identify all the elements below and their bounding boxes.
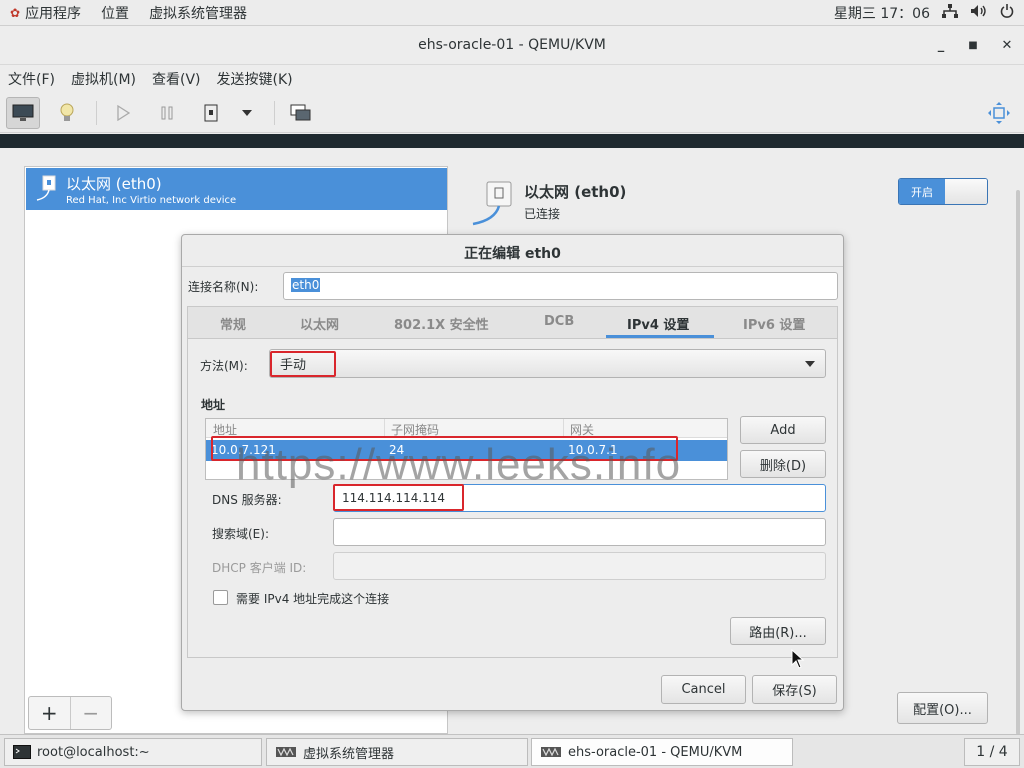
tab-ipv4[interactable]: IPv4 设置 xyxy=(627,314,689,333)
address-heading: 地址 xyxy=(201,398,226,412)
dhcp-client-id-field[interactable] xyxy=(333,552,826,580)
guest-desktop-strip xyxy=(0,134,1024,148)
toolbar-separator xyxy=(274,101,275,125)
workspace-switcher[interactable]: 1 / 4 xyxy=(964,738,1020,766)
nic-detail-status: 已连接 xyxy=(524,207,561,221)
conn-name-field[interactable]: eth0 xyxy=(283,272,838,300)
network-icon[interactable] xyxy=(942,3,958,22)
screens-icon xyxy=(290,104,311,121)
gnome-foot-icon: ✿ xyxy=(10,5,21,20)
snapshots-button[interactable] xyxy=(284,97,318,129)
method-label: 方法(M): xyxy=(200,359,248,373)
volume-icon[interactable] xyxy=(970,4,988,22)
power-icon[interactable] xyxy=(1000,3,1014,22)
dialog-title-divider xyxy=(182,266,843,267)
places-menu[interactable]: 位置 xyxy=(91,0,139,26)
minimize-button[interactable]: _ xyxy=(930,35,952,57)
require-ipv4-label: 需要 IPv4 地址完成这个连接 xyxy=(236,592,390,606)
fullscreen-button[interactable] xyxy=(982,97,1016,129)
shutdown-icon xyxy=(204,104,218,122)
tab-bar: 常规 以太网 802.1X 安全性 DCB IPv4 设置 IPv6 设置 xyxy=(187,306,838,338)
dns-label: DNS 服务器: xyxy=(212,493,282,507)
dropdown-arrow-icon xyxy=(242,110,252,116)
shutdown-button[interactable] xyxy=(194,97,228,129)
clock[interactable]: 星期三 17：06 xyxy=(834,3,930,23)
applications-label: 应用程序 xyxy=(25,5,82,22)
monitor-icon xyxy=(12,104,34,121)
scrollbar[interactable] xyxy=(1016,190,1020,735)
menu-vm[interactable]: 虚拟机(M) xyxy=(63,69,144,89)
vmm-app-menu[interactable]: 虚拟系统管理器 xyxy=(139,0,257,26)
task-vm-console[interactable]: ehs-oracle-01 - QEMU/KVM xyxy=(531,738,793,766)
conn-name-label: 连接名称(N): xyxy=(188,280,259,294)
tab-dcb[interactable]: DCB xyxy=(544,314,574,329)
watermark-text: https://www.leeks.info xyxy=(236,440,682,489)
chevron-down-icon xyxy=(805,361,815,367)
toggle-on-label: 开启 xyxy=(899,179,945,204)
resize-icon xyxy=(988,102,1010,124)
search-domain-label: 搜索域(E): xyxy=(212,527,269,541)
tab-general[interactable]: 常规 xyxy=(220,314,246,333)
save-button[interactable]: 保存(S) xyxy=(752,675,837,704)
conn-name-value: eth0 xyxy=(291,278,321,292)
task-terminal-label: root@localhost:~ xyxy=(37,744,150,760)
method-highlight-box xyxy=(270,351,336,377)
tab-ethernet[interactable]: 以太网 xyxy=(300,314,339,333)
menu-sendkey[interactable]: 发送按键(K) xyxy=(209,69,301,89)
close-button[interactable]: ✕ xyxy=(996,35,1018,57)
pause-icon xyxy=(161,106,173,120)
nic-detail-name: 以太网 (eth0) xyxy=(524,183,627,201)
menu-view[interactable]: 查看(V) xyxy=(144,69,209,89)
menu-bar: 文件(F) 虚拟机(M) 查看(V) 发送按键(K) xyxy=(0,66,1024,92)
device-add-remove: + − xyxy=(28,696,112,730)
mouse-pointer-icon xyxy=(791,649,805,669)
vmm-icon xyxy=(541,747,561,757)
taskbar: root@localhost:~ 虚拟系统管理器 ehs-oracle-01 -… xyxy=(0,734,1024,768)
nic-list-item[interactable]: 以太网 (eth0) Red Hat, Inc Virtio network d… xyxy=(26,168,447,210)
tab-8021x[interactable]: 802.1X 安全性 xyxy=(394,314,489,333)
window-title: ehs-oracle-01 - QEMU/KVM xyxy=(418,37,606,53)
nic-list-desc: Red Hat, Inc Virtio network device xyxy=(66,195,237,206)
task-vmm[interactable]: 虚拟系统管理器 xyxy=(266,738,528,766)
gnome-top-bar: ✿ 应用程序 位置 虚拟系统管理器 星期三 17：06 xyxy=(0,0,1024,26)
ethernet-icon xyxy=(36,175,56,201)
terminal-icon xyxy=(13,745,31,759)
task-terminal[interactable]: root@localhost:~ xyxy=(4,738,262,766)
window-titlebar: ehs-oracle-01 - QEMU/KVM _ ■ ✕ xyxy=(0,27,1024,65)
require-ipv4-checkbox[interactable] xyxy=(213,590,228,605)
vmm-icon xyxy=(276,747,296,757)
task-vm-label: ehs-oracle-01 - QEMU/KVM xyxy=(568,744,743,760)
nic-list-name: 以太网 (eth0) xyxy=(66,175,162,193)
task-vmm-label: 虚拟系统管理器 xyxy=(303,746,395,762)
add-address-button[interactable]: Add xyxy=(740,416,826,444)
add-device-button[interactable]: + xyxy=(29,697,71,729)
applications-menu[interactable]: ✿ 应用程序 xyxy=(0,0,91,26)
method-select[interactable]: 手动 xyxy=(269,349,826,378)
pause-button[interactable] xyxy=(150,97,184,129)
dialog-title: 正在编辑 eth0 xyxy=(464,246,561,262)
delete-address-button[interactable]: 删除(D) xyxy=(740,450,826,478)
ethernet-detail-icon xyxy=(472,181,512,226)
maximize-button[interactable]: ■ xyxy=(962,35,984,57)
remove-device-button[interactable]: − xyxy=(71,697,112,729)
run-button[interactable] xyxy=(106,97,140,129)
toggle-knob xyxy=(945,179,987,204)
play-icon xyxy=(117,105,130,121)
search-domain-field[interactable] xyxy=(333,518,826,546)
menu-file[interactable]: 文件(F) xyxy=(0,69,63,89)
nic-enable-toggle[interactable]: 开启 xyxy=(898,178,988,205)
routes-button[interactable]: 路由(R)... xyxy=(730,617,826,645)
tab-ipv6[interactable]: IPv6 设置 xyxy=(743,314,805,333)
toolbar-separator xyxy=(96,101,97,125)
cancel-button[interactable]: Cancel xyxy=(661,675,746,704)
toolbar xyxy=(0,93,1024,133)
config-button[interactable]: 配置(O)... xyxy=(897,692,988,724)
shutdown-menu-button[interactable] xyxy=(232,97,262,129)
lightbulb-icon xyxy=(60,103,74,121)
console-button[interactable] xyxy=(6,97,40,129)
details-button[interactable] xyxy=(50,97,84,129)
dhcp-client-id-label: DHCP 客户端 ID: xyxy=(212,561,307,575)
